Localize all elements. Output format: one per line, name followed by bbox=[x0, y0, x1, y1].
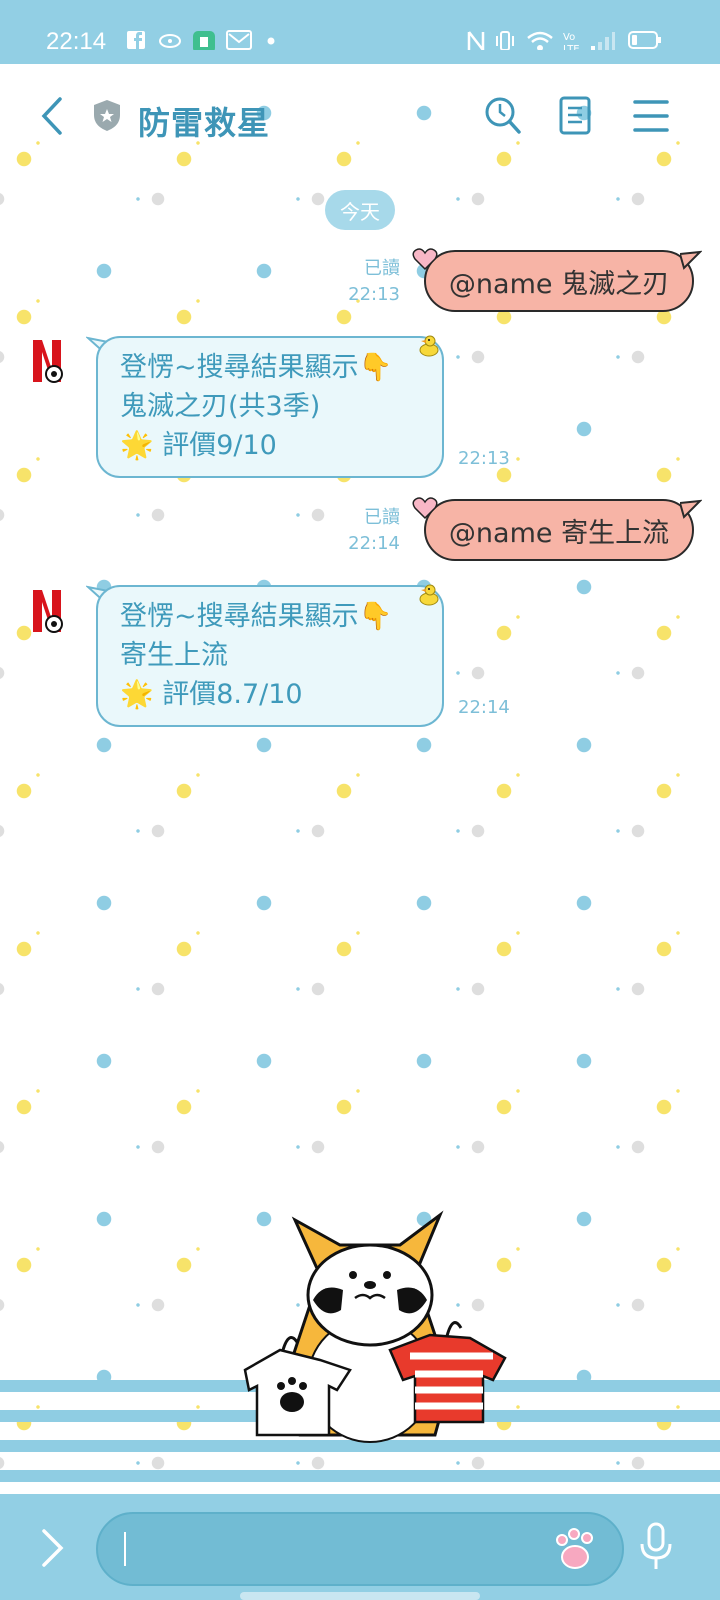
netflix-bot-avatar-icon bbox=[33, 590, 63, 633]
vibrate-icon bbox=[496, 31, 514, 50]
text-cursor bbox=[124, 1532, 126, 1566]
message-line: 登愣~搜尋結果顯示👇 bbox=[120, 601, 393, 632]
read-label: 已讀 bbox=[364, 258, 400, 279]
message-time: 22:14 bbox=[458, 697, 510, 718]
duck-icon bbox=[419, 584, 439, 606]
home-indicator bbox=[240, 1592, 480, 1600]
heart-icon bbox=[412, 248, 438, 271]
outgoing-message-bubble[interactable]: @name 鬼滅之刃 bbox=[424, 250, 694, 312]
chat-title: 防雷救星 bbox=[138, 104, 271, 142]
message-read-status: 已讀 22:14 bbox=[328, 505, 400, 557]
message-line: 評價8.7/10 bbox=[162, 679, 303, 710]
message-line: 寄生上流 bbox=[120, 640, 228, 671]
dot-icon bbox=[267, 37, 275, 45]
paw-sticker-icon[interactable] bbox=[552, 1526, 600, 1574]
menu-icon[interactable] bbox=[632, 98, 670, 134]
message-time: 22:13 bbox=[348, 284, 400, 305]
app-icon bbox=[159, 34, 181, 48]
notes-icon[interactable] bbox=[558, 96, 592, 136]
bubble-tail bbox=[680, 250, 702, 270]
message-time: 22:14 bbox=[348, 533, 400, 554]
wifi-icon bbox=[527, 31, 553, 50]
message-time: 22:13 bbox=[458, 448, 510, 469]
shield-icon bbox=[94, 100, 120, 131]
status-bar: 22:14 Vo LTE bbox=[0, 0, 720, 64]
message-text: @name 寄生上流 bbox=[448, 517, 670, 549]
netflix-bot-avatar-icon bbox=[33, 340, 63, 383]
back-icon[interactable] bbox=[38, 96, 66, 136]
nfc-icon bbox=[467, 31, 485, 50]
bubble-tail bbox=[680, 499, 702, 519]
date-separator: 今天 bbox=[325, 190, 395, 230]
raccoon-character-illustration bbox=[243, 1210, 507, 1443]
message-line: 評價9/10 bbox=[162, 430, 277, 461]
message-input[interactable] bbox=[96, 1512, 624, 1586]
message-read-status: 已讀 22:13 bbox=[328, 256, 400, 308]
svg-text:LTE: LTE bbox=[563, 44, 580, 50]
incoming-message-bubble[interactable]: 登愣~搜尋結果顯示👇 寄生上流 🌟 評價8.7/10 bbox=[96, 585, 444, 727]
message-line: 鬼滅之刃(共3季) bbox=[120, 391, 321, 422]
volte-icon: VoLTE bbox=[563, 32, 580, 50]
signal-icon bbox=[591, 32, 615, 50]
message-line: 登愣~搜尋結果顯示👇 bbox=[120, 352, 393, 383]
search-icon[interactable] bbox=[484, 96, 522, 136]
battery-icon bbox=[628, 31, 661, 49]
duck-icon bbox=[419, 335, 439, 357]
expand-icon[interactable] bbox=[40, 1528, 66, 1568]
message-text: @name 鬼滅之刃 bbox=[448, 268, 670, 300]
facebook-icon bbox=[127, 31, 145, 49]
star-icon: 🌟 bbox=[120, 679, 154, 710]
app-green-icon bbox=[193, 31, 215, 50]
mail-icon bbox=[226, 30, 252, 50]
outgoing-message-bubble[interactable]: @name 寄生上流 bbox=[424, 499, 694, 561]
star-icon: 🌟 bbox=[120, 430, 154, 461]
background-stripe bbox=[0, 1470, 720, 1482]
status-time: 22:14 bbox=[46, 28, 107, 55]
incoming-message-bubble[interactable]: 登愣~搜尋結果顯示👇 鬼滅之刃(共3季) 🌟 評價9/10 bbox=[96, 336, 444, 478]
svg-text:Vo: Vo bbox=[563, 32, 575, 43]
read-label: 已讀 bbox=[364, 507, 400, 528]
microphone-icon[interactable] bbox=[638, 1522, 674, 1572]
heart-icon bbox=[412, 497, 438, 520]
